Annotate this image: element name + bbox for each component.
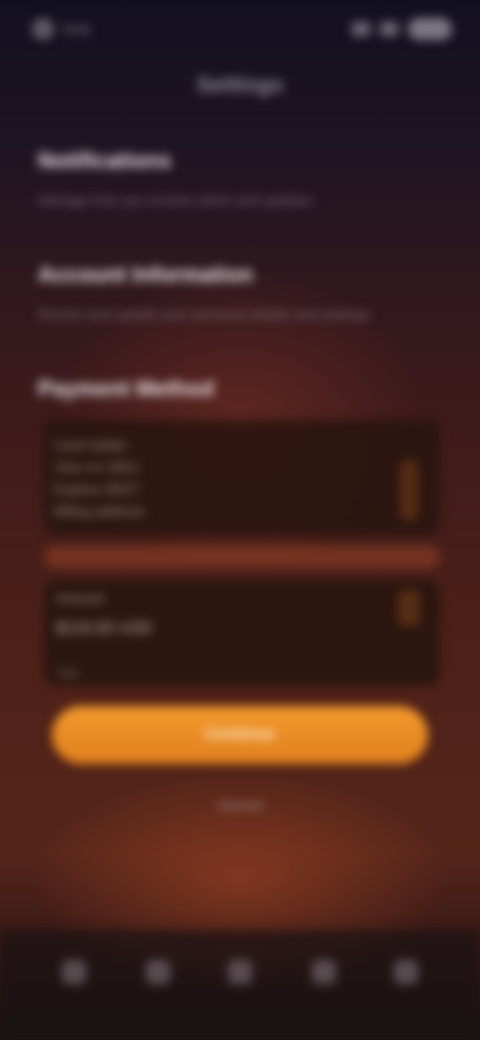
card-edit-icon[interactable] (400, 460, 418, 520)
field-hint: Fee (58, 666, 79, 680)
battery-icon (408, 18, 452, 40)
field-label: Amount (56, 590, 105, 606)
status-time: 9:41 (64, 21, 92, 37)
profile-icon[interactable] (394, 960, 418, 984)
currency-selector-icon[interactable] (398, 590, 420, 626)
cancel-button[interactable]: Cancel (52, 780, 428, 830)
section-notifications[interactable]: Notifications Manage how you receive ale… (38, 148, 438, 208)
wallet-icon[interactable] (228, 960, 252, 984)
card-line: Card holder (54, 437, 128, 453)
status-bar: 9:41 (0, 0, 480, 60)
card-line: Visa •••• 4821 (54, 459, 140, 475)
field-value[interactable]: $120.00 USD (56, 620, 152, 638)
section-title: Notifications (38, 148, 172, 173)
section-title: Payment Method (38, 376, 215, 401)
card-line: Billing address (54, 503, 146, 519)
profile-dot-icon (32, 18, 54, 40)
section-title: Account Information (38, 262, 254, 287)
wifi-icon (380, 22, 398, 36)
home-icon[interactable] (62, 960, 86, 984)
section-description: Review and update your personal details … (38, 306, 371, 322)
section-description: Manage how you receive alerts and update… (38, 192, 313, 208)
payment-info-card[interactable]: Card holder Visa •••• 4821 Expires 08/27… (44, 420, 440, 535)
chart-icon[interactable] (312, 960, 336, 984)
section-payment: Payment Method (38, 376, 438, 402)
bottom-nav (0, 930, 480, 1040)
card-line: Expires 08/27 (54, 481, 140, 497)
page-title: Settings (196, 72, 284, 97)
search-icon[interactable] (146, 960, 170, 984)
section-account[interactable]: Account Information Review and update yo… (38, 262, 438, 322)
section-divider (44, 546, 440, 568)
signal-icon (352, 22, 370, 36)
continue-button[interactable]: Continue (52, 706, 428, 764)
amount-field[interactable]: Amount $120.00 USD Fee (44, 580, 440, 686)
